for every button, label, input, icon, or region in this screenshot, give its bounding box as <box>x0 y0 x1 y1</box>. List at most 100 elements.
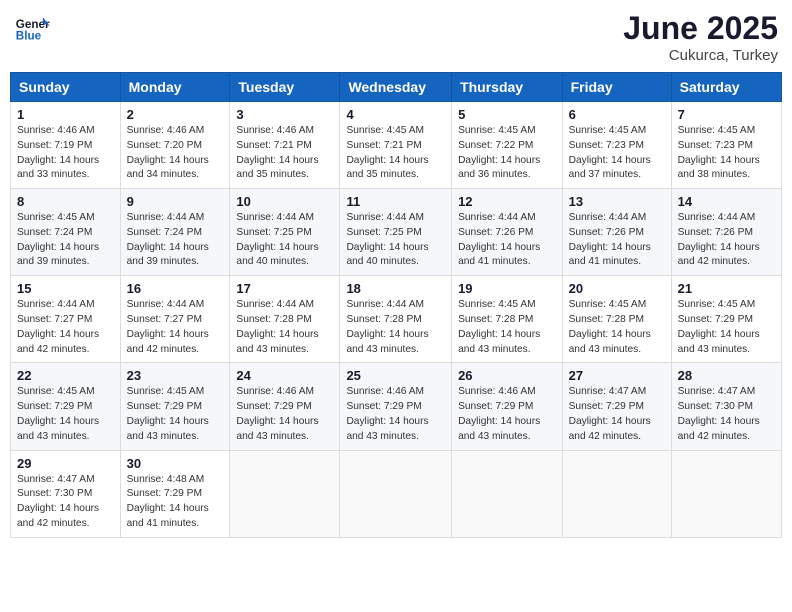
day-cell-16: 16Sunrise: 4:44 AM Sunset: 7:27 PM Dayli… <box>120 276 230 363</box>
day-cell-25: 25 Sunrise: 4:46 AM Sunset: 7:29 PM Dayli… <box>340 363 452 450</box>
day-cell-27: 27 Sunrise: 4:47 AM Sunset: 7:29 PM Dayli… <box>562 363 671 450</box>
day-cell-29: 29 Sunrise: 4:47 AM Sunset: 7:30 PM Dayli… <box>11 450 121 537</box>
col-header-tuesday: Tuesday <box>230 73 340 102</box>
day-info: Sunrise: 4:44 AM Sunset: 7:26 PM Dayligh… <box>458 211 556 270</box>
day-info: Sunrise: 4:46 AM Sunset: 7:29 PM Dayligh… <box>346 385 445 444</box>
day-number: 3 <box>236 107 333 122</box>
day-info: Sunrise: 4:46 AM Sunset: 7:29 PM Dayligh… <box>458 385 556 444</box>
day-cell-28: 28 Sunrise: 4:47 AM Sunset: 7:30 PM Dayli… <box>671 363 781 450</box>
day-cell-19: 19 Sunrise: 4:45 AM Sunset: 7:28 PM Dayli… <box>452 276 563 363</box>
col-header-monday: Monday <box>120 73 230 102</box>
header: General Blue June 2025 Cukurca, Turkey <box>10 10 782 64</box>
calendar-subtitle: Cukurca, Turkey <box>623 47 778 64</box>
day-info: Sunrise: 4:47 AM Sunset: 7:30 PM Dayligh… <box>17 473 114 532</box>
day-cell-1: 1 Sunrise: 4:46 AM Sunset: 7:19 PM Daylig… <box>11 102 121 189</box>
day-number: 17 <box>236 281 333 296</box>
day-number: 19 <box>458 281 556 296</box>
day-info: Sunrise: 4:47 AM Sunset: 7:29 PM Dayligh… <box>569 385 665 444</box>
day-cell-10: 10 Sunrise: 4:44 AM Sunset: 7:25 PM Dayli… <box>230 189 340 276</box>
logo: General Blue <box>14 10 50 46</box>
col-header-saturday: Saturday <box>671 73 781 102</box>
day-number: 18 <box>346 281 445 296</box>
day-cell-22: 22 Sunrise: 4:45 AM Sunset: 7:29 PM Dayli… <box>11 363 121 450</box>
day-number: 29 <box>17 456 114 471</box>
day-info: Sunrise: 4:45 AM Sunset: 7:21 PM Dayligh… <box>346 124 445 183</box>
day-info: Sunrise: 4:46 AM Sunset: 7:20 PM Dayligh… <box>127 124 224 183</box>
day-info: Sunrise: 4:45 AM Sunset: 7:29 PM Dayligh… <box>678 298 775 357</box>
day-number: 2 <box>127 107 224 122</box>
day-cell-14: 14Sunrise: 4:44 AM Sunset: 7:26 PM Dayli… <box>671 189 781 276</box>
day-number: 13 <box>569 194 665 209</box>
day-number: 4 <box>346 107 445 122</box>
day-info: Sunrise: 4:45 AM Sunset: 7:22 PM Dayligh… <box>458 124 556 183</box>
week-row-4: 22 Sunrise: 4:45 AM Sunset: 7:29 PM Dayli… <box>11 363 782 450</box>
title-area: June 2025 Cukurca, Turkey <box>623 10 778 64</box>
day-cell-23: 23Sunrise: 4:45 AM Sunset: 7:29 PM Dayli… <box>120 363 230 450</box>
day-number: 8 <box>17 194 114 209</box>
col-header-thursday: Thursday <box>452 73 563 102</box>
day-cell-17: 17 Sunrise: 4:44 AM Sunset: 7:28 PM Dayli… <box>230 276 340 363</box>
day-info: Sunrise: 4:46 AM Sunset: 7:21 PM Dayligh… <box>236 124 333 183</box>
day-cell-2: 2 Sunrise: 4:46 AM Sunset: 7:20 PM Daylig… <box>120 102 230 189</box>
col-header-wednesday: Wednesday <box>340 73 452 102</box>
day-info: Sunrise: 4:46 AM Sunset: 7:29 PM Dayligh… <box>236 385 333 444</box>
day-number: 22 <box>17 368 114 383</box>
day-info: Sunrise: 4:44 AM Sunset: 7:28 PM Dayligh… <box>236 298 333 357</box>
day-number: 10 <box>236 194 333 209</box>
week-row-1: 1 Sunrise: 4:46 AM Sunset: 7:19 PM Daylig… <box>11 102 782 189</box>
day-info: Sunrise: 4:44 AM Sunset: 7:26 PM Dayligh… <box>569 211 665 270</box>
day-cell-26: 26Sunrise: 4:46 AM Sunset: 7:29 PM Dayli… <box>452 363 563 450</box>
day-info: Sunrise: 4:45 AM Sunset: 7:23 PM Dayligh… <box>678 124 775 183</box>
svg-text:Blue: Blue <box>16 30 42 43</box>
day-info: Sunrise: 4:46 AM Sunset: 7:19 PM Dayligh… <box>17 124 114 183</box>
day-info: Sunrise: 4:47 AM Sunset: 7:30 PM Dayligh… <box>678 385 775 444</box>
day-cell-7: 7Sunrise: 4:45 AM Sunset: 7:23 PM Daylig… <box>671 102 781 189</box>
day-number: 20 <box>569 281 665 296</box>
day-cell-9: 9 Sunrise: 4:44 AM Sunset: 7:24 PM Daylig… <box>120 189 230 276</box>
day-info: Sunrise: 4:45 AM Sunset: 7:28 PM Dayligh… <box>458 298 556 357</box>
empty-cell <box>452 450 563 537</box>
day-cell-18: 18Sunrise: 4:44 AM Sunset: 7:28 PM Dayli… <box>340 276 452 363</box>
day-cell-4: 4 Sunrise: 4:45 AM Sunset: 7:21 PM Daylig… <box>340 102 452 189</box>
calendar-table: SundayMondayTuesdayWednesdayThursdayFrid… <box>10 72 782 538</box>
day-info: Sunrise: 4:45 AM Sunset: 7:29 PM Dayligh… <box>17 385 114 444</box>
day-cell-5: 5 Sunrise: 4:45 AM Sunset: 7:22 PM Daylig… <box>452 102 563 189</box>
day-number: 28 <box>678 368 775 383</box>
col-header-sunday: Sunday <box>11 73 121 102</box>
day-info: Sunrise: 4:44 AM Sunset: 7:27 PM Dayligh… <box>17 298 114 357</box>
day-info: Sunrise: 4:44 AM Sunset: 7:24 PM Dayligh… <box>127 211 224 270</box>
day-info: Sunrise: 4:45 AM Sunset: 7:28 PM Dayligh… <box>569 298 665 357</box>
day-number: 23 <box>127 368 224 383</box>
calendar-title: June 2025 <box>623 10 778 47</box>
day-info: Sunrise: 4:48 AM Sunset: 7:29 PM Dayligh… <box>127 473 224 532</box>
day-number: 21 <box>678 281 775 296</box>
day-number: 25 <box>346 368 445 383</box>
empty-cell <box>671 450 781 537</box>
day-info: Sunrise: 4:45 AM Sunset: 7:23 PM Dayligh… <box>569 124 665 183</box>
day-number: 11 <box>346 194 445 209</box>
day-cell-13: 13 Sunrise: 4:44 AM Sunset: 7:26 PM Dayli… <box>562 189 671 276</box>
day-info: Sunrise: 4:44 AM Sunset: 7:26 PM Dayligh… <box>678 211 775 270</box>
week-row-5: 29 Sunrise: 4:47 AM Sunset: 7:30 PM Dayli… <box>11 450 782 537</box>
col-header-friday: Friday <box>562 73 671 102</box>
day-number: 16 <box>127 281 224 296</box>
day-cell-21: 21 Sunrise: 4:45 AM Sunset: 7:29 PM Dayli… <box>671 276 781 363</box>
day-cell-20: 20 Sunrise: 4:45 AM Sunset: 7:28 PM Dayli… <box>562 276 671 363</box>
day-number: 30 <box>127 456 224 471</box>
day-number: 6 <box>569 107 665 122</box>
day-number: 1 <box>17 107 114 122</box>
day-cell-24: 24Sunrise: 4:46 AM Sunset: 7:29 PM Dayli… <box>230 363 340 450</box>
day-cell-15: 15 Sunrise: 4:44 AM Sunset: 7:27 PM Dayli… <box>11 276 121 363</box>
day-cell-6: 6 Sunrise: 4:45 AM Sunset: 7:23 PM Daylig… <box>562 102 671 189</box>
empty-cell <box>340 450 452 537</box>
day-number: 27 <box>569 368 665 383</box>
day-number: 9 <box>127 194 224 209</box>
day-number: 5 <box>458 107 556 122</box>
day-number: 15 <box>17 281 114 296</box>
week-row-3: 15 Sunrise: 4:44 AM Sunset: 7:27 PM Dayli… <box>11 276 782 363</box>
week-row-2: 8Sunrise: 4:45 AM Sunset: 7:24 PM Daylig… <box>11 189 782 276</box>
logo-icon: General Blue <box>14 10 50 46</box>
day-info: Sunrise: 4:44 AM Sunset: 7:25 PM Dayligh… <box>236 211 333 270</box>
day-cell-8: 8Sunrise: 4:45 AM Sunset: 7:24 PM Daylig… <box>11 189 121 276</box>
empty-cell <box>230 450 340 537</box>
